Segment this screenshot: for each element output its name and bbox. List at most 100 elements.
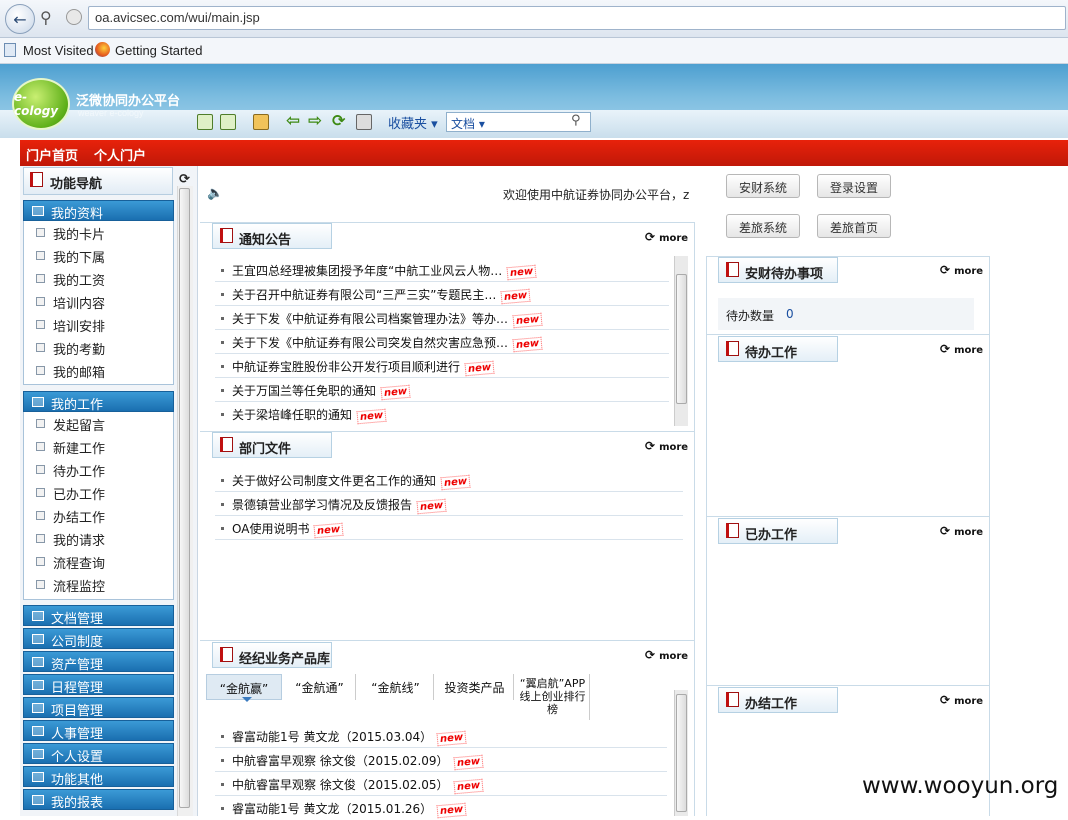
list-item[interactable]: 关于下发《中航证券有限公司突发自然灾害应急预… new (215, 330, 669, 354)
bookmark-most-visited[interactable]: Most Visited (23, 43, 94, 58)
tab-personal-portal[interactable]: 个人门户 (94, 145, 146, 164)
sidebar-item[interactable]: 流程查询 (24, 550, 173, 573)
products-title: 经纪业务产品库 (212, 642, 332, 668)
products-more-link[interactable]: ⟳ more (645, 648, 688, 662)
sidebar-item[interactable]: 待办工作 (24, 458, 173, 481)
nav-category[interactable]: 人事管理 (23, 720, 174, 742)
sidebar-item[interactable]: 培训内容 (24, 290, 173, 313)
sidebar-item[interactable]: 我的工资 (24, 267, 173, 290)
list-item[interactable]: 中航证券宝胜股份非公开发行项目顺利进行 new (215, 354, 669, 378)
print-icon[interactable] (356, 114, 372, 130)
product-tab[interactable]: 投资类产品 (436, 674, 514, 700)
sidebar-item[interactable]: 发起留言 (24, 412, 173, 435)
dept-title: 部门文件 (212, 432, 332, 458)
search-box: 文档 ▾ ⚲ (446, 112, 591, 132)
book-icon (726, 523, 739, 538)
bookmark-getting-started[interactable]: Getting Started (115, 43, 202, 58)
back-green-icon[interactable]: ⇦ (286, 111, 300, 131)
nav-category-my-work[interactable]: 我的工作 (23, 391, 174, 413)
sidebar-item[interactable]: 我的邮箱 (24, 359, 173, 382)
divider (694, 222, 695, 816)
notice-scrollbar[interactable] (674, 256, 688, 426)
sidebar-item[interactable]: 我的卡片 (24, 221, 173, 244)
refresh-icon[interactable]: ⟳ (332, 111, 345, 130)
globe-icon (66, 9, 82, 25)
product-tab[interactable]: “金航线” (358, 674, 434, 700)
list-item[interactable]: OA使用说明书 new (215, 516, 683, 540)
sidebar-item[interactable]: 新建工作 (24, 435, 173, 458)
list-item[interactable]: 中航睿富早观察 徐文俊（2015.02.05） new (215, 772, 667, 796)
todo-more-link[interactable]: ⟳ more (940, 263, 983, 277)
list-item[interactable]: 王宜四总经理被集团授予年度“中航工业风云人物… new (215, 258, 669, 282)
quick-button-travel-system[interactable]: 差旅系统 (726, 214, 800, 238)
favorites-menu[interactable]: 收藏夹 ▾ (388, 113, 438, 132)
list-item[interactable]: 景德镇营业部学习情况及反馈报告 new (215, 492, 683, 516)
product-tab[interactable]: “金航通” (284, 674, 356, 700)
sidebar-item[interactable]: 培训安排 (24, 313, 173, 336)
pending-more-link[interactable]: ⟳ more (940, 342, 983, 356)
new-badge: new (500, 288, 532, 305)
key-icon[interactable]: ⚲ (40, 8, 52, 27)
tab-portal-home[interactable]: 门户首页 (26, 145, 78, 164)
page-icon (36, 488, 45, 497)
list-item[interactable]: 中航睿富早观察 徐文俊（2015.02.09） new (215, 748, 667, 772)
address-bar[interactable]: oa.avicsec.com/wui/main.jsp (88, 6, 1066, 30)
quick-button-travel-home[interactable]: 差旅首页 (817, 214, 891, 238)
book-icon (30, 172, 43, 187)
dept-more-link[interactable]: ⟳ more (645, 439, 688, 453)
divider (706, 685, 990, 686)
products-scrollbar[interactable] (674, 690, 688, 816)
sidebar-item[interactable]: 我的请求 (24, 527, 173, 550)
sidebar-item[interactable]: 流程监控 (24, 573, 173, 596)
done-more-link[interactable]: ⟳ more (940, 524, 983, 538)
scrollbar-thumb[interactable] (676, 274, 687, 404)
refresh-icon: ⟳ (645, 230, 656, 244)
list-item[interactable]: 关于做好公司制度文件更名工作的通知 new (215, 468, 683, 492)
pending-work-title: 待办工作 (718, 336, 838, 362)
portal-tab-bar: 门户首页 个人门户 (20, 140, 1068, 166)
quick-button-ancai[interactable]: 安财系统 (726, 174, 800, 198)
refresh-nav-icon[interactable]: ⟳ (179, 172, 190, 187)
list-item[interactable]: 关于梁培峰任职的通知 new (215, 402, 669, 426)
list-item[interactable]: 关于万国兰等任免职的通知 new (215, 378, 669, 402)
layout-columns-icon[interactable] (197, 114, 213, 130)
quick-button-login-settings[interactable]: 登录设置 (817, 174, 891, 198)
sidebar: 功能导航 ⟳ 我的资料 我的卡片 我的下属 我的工资 培训内容 培训安排 我的考… (20, 166, 198, 816)
sidebar-item[interactable]: 已办工作 (24, 481, 173, 504)
refresh-icon: ⟳ (645, 648, 656, 662)
nav-category[interactable]: 项目管理 (23, 697, 174, 719)
forward-green-icon[interactable]: ⇨ (308, 111, 322, 131)
nav-category[interactable]: 个人设置 (23, 743, 174, 765)
firefox-icon (95, 42, 110, 57)
nav-category[interactable]: 日程管理 (23, 674, 174, 696)
new-badge: new (512, 336, 543, 353)
portal-icon[interactable] (253, 114, 269, 130)
list-item[interactable]: 睿富动能1号 黄文龙（2015.01.26） new (215, 796, 667, 820)
list-item[interactable]: 关于召开中航证券有限公司“三严三实”专题民主… new (215, 282, 669, 306)
notice-more-link[interactable]: ⟳ more (645, 230, 688, 244)
search-input[interactable] (495, 114, 567, 130)
nav-category[interactable]: 资产管理 (23, 651, 174, 673)
nav-category[interactable]: 文档管理 (23, 605, 174, 627)
list-item[interactable]: 睿富动能1号 黄文龙（2015.03.04） new (215, 724, 667, 748)
scrollbar-thumb[interactable] (676, 694, 687, 812)
nav-category[interactable]: 公司制度 (23, 628, 174, 650)
search-icon[interactable]: ⚲ (571, 113, 581, 128)
book-icon (220, 437, 233, 452)
layout-rows-icon[interactable] (220, 114, 236, 130)
sidebar-item[interactable]: 我的下属 (24, 244, 173, 267)
scrollbar-thumb[interactable] (179, 188, 190, 808)
sidebar-scrollbar[interactable] (177, 186, 193, 816)
new-badge: new (416, 498, 447, 515)
todo-count-value[interactable]: 0 (786, 307, 794, 321)
nav-category[interactable]: 我的报表 (23, 789, 174, 811)
back-arrow-icon[interactable]: ← (5, 4, 35, 34)
finished-more-link[interactable]: ⟳ more (940, 693, 983, 707)
sidebar-item[interactable]: 我的考勤 (24, 336, 173, 359)
search-type-select[interactable]: 文档 ▾ (451, 115, 485, 132)
product-tab[interactable]: “翼启航”APP线上创业排行榜 (516, 674, 590, 720)
nav-category[interactable]: 功能其他 (23, 766, 174, 788)
nav-category-my-profile[interactable]: 我的资料 (23, 200, 174, 222)
sidebar-item[interactable]: 办结工作 (24, 504, 173, 527)
list-item[interactable]: 关于下发《中航证券有限公司档案管理办法》等办… new (215, 306, 669, 330)
